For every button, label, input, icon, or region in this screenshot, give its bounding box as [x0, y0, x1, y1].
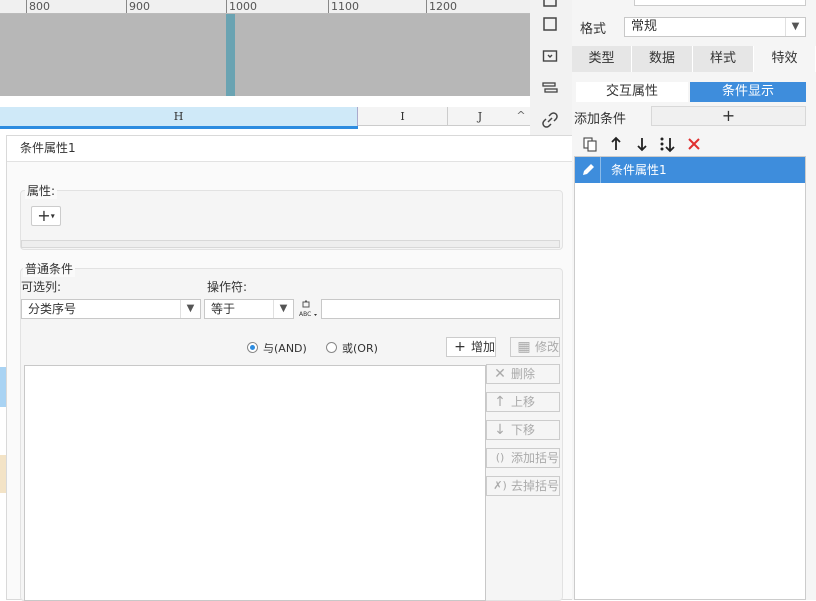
dropdown-box-icon[interactable] [539, 48, 561, 70]
operator-select-value: 等于 [211, 302, 236, 316]
ruler-tick: 1100 [328, 0, 359, 13]
arrow-up-icon[interactable] [608, 136, 626, 154]
column-select[interactable]: 分类序号 ▼ [21, 299, 201, 319]
remove-bracket-icon: ✗) [493, 479, 507, 492]
column-header-j[interactable]: J [448, 107, 512, 126]
close-icon: ✕ [494, 366, 506, 382]
property-tabs: 类型 数据 样式 特效 [572, 46, 816, 72]
ruler-tick: 1000 [226, 0, 257, 13]
ruler-tick: 1200 [426, 0, 457, 13]
design-canvas[interactable] [0, 14, 530, 96]
dialog-title: 条件属性1 [7, 136, 573, 162]
column-label: 可选列: [21, 280, 62, 294]
format-select-value: 常规 [631, 19, 658, 34]
or-label[interactable]: 或(OR) [342, 340, 378, 356]
remove-bracket-button[interactable]: ✗) 去掉括号 [486, 476, 560, 496]
tab-data[interactable]: 数据 [632, 46, 693, 72]
add-condition-label: 添加条件 [574, 112, 627, 127]
operator-select[interactable]: 等于 ▼ [204, 299, 294, 319]
chevron-down-icon: ▼ [273, 300, 293, 318]
attribute-scrollbar[interactable] [21, 240, 560, 248]
operator-label: 操作符: [207, 280, 248, 294]
delete-button[interactable]: ✕ 删除 [486, 364, 560, 384]
move-to-bottom-icon[interactable] [658, 136, 678, 154]
or-radio[interactable] [326, 342, 337, 353]
chevron-down-icon: ▼ [180, 300, 200, 318]
column-select-value: 分类序号 [28, 302, 77, 316]
condition-attribute-dialog: 条件属性1 属性: +▾ 普通条件 可选列: 操作符: 分类序号 ▼ 等于 ▼ … [6, 135, 573, 601]
effect-subtabs: 交互属性 条件显示 [576, 82, 806, 102]
condition-value-input[interactable] [321, 299, 560, 319]
canvas-guide-bar [226, 14, 235, 96]
add-condition-button[interactable]: + 增加 [446, 337, 496, 357]
tab-type[interactable]: 类型 [572, 46, 632, 72]
arrow-down-icon: ↓ [494, 422, 506, 438]
and-radio[interactable] [247, 342, 258, 353]
ruler-tick: 900 [126, 0, 150, 13]
column-header-h[interactable]: H [0, 107, 358, 126]
chevron-down-icon: ▼ [785, 18, 805, 36]
format-label: 格式 [580, 22, 607, 37]
selection-line [0, 126, 358, 129]
column-header-i[interactable]: I [358, 107, 448, 126]
ruler: 800 900 1000 1100 1200 [0, 0, 530, 14]
tab-effects[interactable]: 特效 [754, 46, 816, 72]
chevron-down-icon: ▾ [50, 211, 55, 221]
folder-edit-icon: ▦ [517, 339, 531, 355]
attribute-group-label: 属性: [25, 182, 58, 199]
arrow-down-icon[interactable] [634, 136, 652, 154]
modify-button[interactable]: ▦ 修改 [510, 337, 560, 357]
link-icon[interactable] [539, 112, 561, 134]
copy-icon[interactable] [582, 136, 600, 154]
clipped-field [634, 0, 806, 6]
format-select[interactable]: 常规 ▼ [624, 17, 806, 37]
bracket-icon: () [495, 451, 505, 464]
delete-icon[interactable] [686, 136, 704, 154]
arrow-up-icon: ↑ [494, 394, 506, 410]
add-bracket-button[interactable]: () 添加括号 [486, 448, 560, 468]
svg-text:ABC: ABC [299, 311, 311, 318]
move-down-button[interactable]: ↓ 下移 [486, 420, 560, 440]
and-label[interactable]: 与(AND) [263, 340, 307, 356]
subtab-interaction[interactable]: 交互属性 [576, 82, 688, 102]
list-item[interactable]: 条件属性1 [575, 157, 805, 183]
scroll-up-icon[interactable]: ^ [512, 107, 530, 126]
list-item-label: 条件属性1 [611, 163, 667, 177]
add-condition-plus-button[interactable]: + [651, 106, 806, 126]
window-icon[interactable] [539, 0, 561, 14]
condition-group-label: 普通条件 [23, 260, 76, 277]
value-type-icon[interactable]: ABC [297, 299, 319, 319]
ruler-tick: 800 [26, 0, 50, 13]
square-icon[interactable] [539, 16, 561, 38]
add-attribute-button[interactable]: +▾ [31, 206, 61, 226]
condition-list[interactable] [24, 365, 486, 601]
tab-style[interactable]: 样式 [693, 46, 754, 72]
subtab-condition-display[interactable]: 条件显示 [690, 82, 806, 102]
edit-pencil-icon[interactable] [575, 157, 601, 183]
condition-list-panel: 条件属性1 [574, 156, 806, 600]
plus-icon: + [454, 339, 466, 355]
column-header: H I J ^ [0, 107, 530, 126]
move-up-button[interactable]: ↑ 上移 [486, 392, 560, 412]
list-icon[interactable] [539, 80, 561, 102]
